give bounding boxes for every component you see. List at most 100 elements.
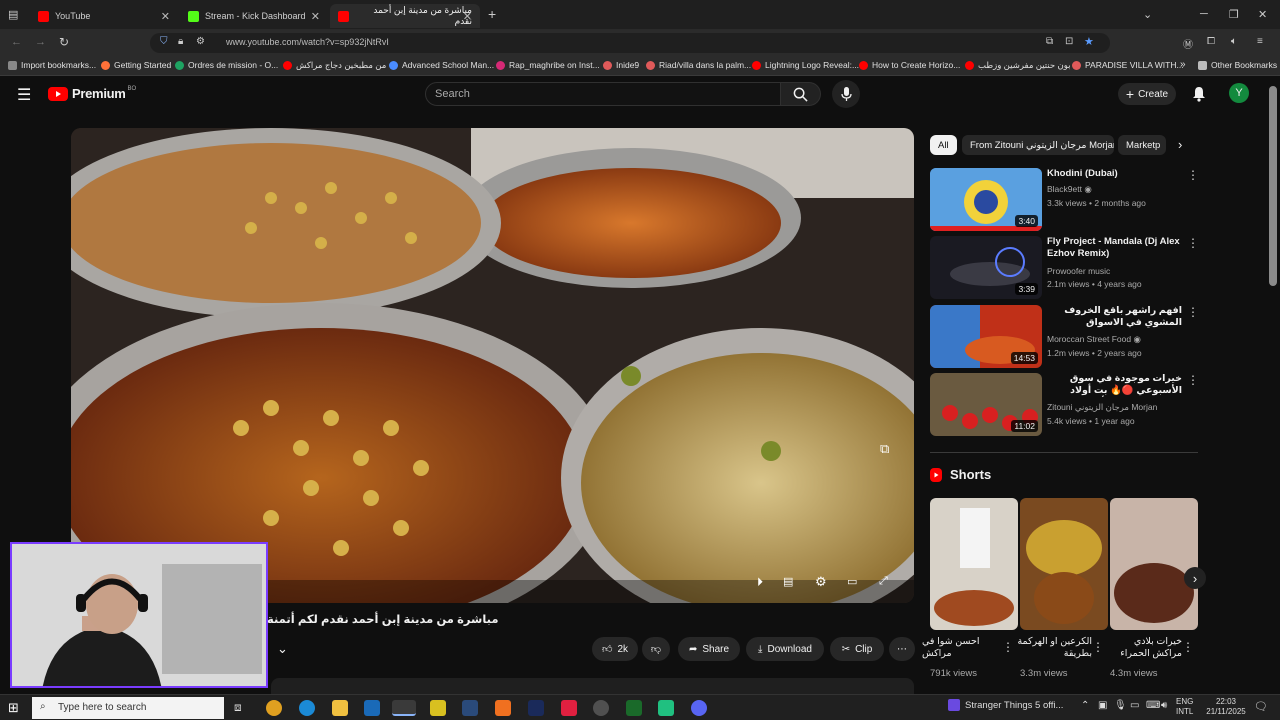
outlook-icon[interactable] — [364, 700, 380, 716]
reload-icon[interactable]: ↻ — [59, 35, 69, 49]
more-vertical-icon[interactable]: ⋮ — [1182, 640, 1194, 654]
more-actions-button[interactable]: ⋯ — [889, 637, 915, 661]
bookmark-item[interactable]: Rap_maghribe on Inst... — [496, 60, 600, 70]
short-title[interactable]: خيرات بلادي مراكش الحمراء — [1102, 636, 1182, 660]
bookmark-item[interactable]: PARADISE VILLA WITH... — [1072, 60, 1184, 70]
minimize-icon[interactable]: ─ — [1200, 8, 1208, 20]
chevron-down-icon[interactable]: ⌄ — [1143, 8, 1152, 21]
lock-icon[interactable]: 🔒︎ — [178, 36, 183, 47]
menu-icon[interactable]: ≡ — [1257, 36, 1263, 47]
dislike-button[interactable]: 👎︎ — [642, 637, 670, 661]
camera-tray-icon[interactable]: ▣ — [1098, 700, 1107, 711]
notifications-icon[interactable]: 🗨︎ — [1254, 700, 1268, 713]
forward-icon[interactable]: → — [35, 36, 46, 48]
recommendation-item[interactable]: 3:40 Khodini (Dubai) Black9ett ◉ 3.3k vi… — [930, 168, 1200, 232]
other-bookmarks[interactable]: Other Bookmarks — [1198, 60, 1277, 70]
recommendation-item[interactable]: 11:02 خيرات موجودة في سوق الأسبوعي 🔴🔥 بت… — [930, 373, 1200, 437]
video-player[interactable]: ⧉ ⏵ ▤ ⚙ ▭ ⤢ — [71, 128, 914, 603]
obs-icon[interactable] — [593, 700, 609, 716]
short-title[interactable]: احسن شوا في مراكش — [922, 636, 1002, 660]
search-input[interactable]: Search — [425, 82, 781, 106]
more-vertical-icon[interactable]: ⋮ — [1187, 236, 1199, 250]
video-thumbnail[interactable]: 11:02 — [930, 373, 1042, 436]
bookmark-item[interactable]: Lightning Logo Reveal:... — [752, 60, 859, 70]
bookmark-item[interactable]: Ordres de mission - O... — [175, 60, 278, 70]
short-thumbnail[interactable] — [1110, 498, 1198, 630]
channel-name[interactable]: Moroccan Street Food ◉ — [1047, 334, 1141, 345]
tab-list-icon[interactable]: ▤ — [8, 8, 18, 21]
more-vertical-icon[interactable]: ⋮ — [1187, 168, 1199, 182]
recommendation-item[interactable]: 3:39 Fly Project - Mandala (Dj Alex Ezho… — [930, 236, 1200, 300]
more-bookmarks-icon[interactable]: » — [1180, 59, 1186, 70]
like-button[interactable]: 👍︎ 2k — [592, 637, 638, 661]
autoplay-toggle[interactable]: ⏵ — [757, 575, 763, 590]
pip-icon[interactable]: ⧉ — [1046, 36, 1053, 47]
short-thumbnail[interactable] — [930, 498, 1018, 630]
windows-start-icon[interactable]: ⊞ — [8, 700, 19, 716]
account-icon[interactable]: Ⓜ — [1183, 36, 1193, 51]
miniplayer-icon[interactable]: ⧉ — [880, 441, 889, 457]
create-button[interactable]: + Create — [1118, 83, 1176, 105]
premiere-icon[interactable] — [528, 700, 544, 716]
settings-gear-icon[interactable]: ⚙ — [815, 574, 827, 590]
tray-chevron-up-icon[interactable]: ⌃ — [1081, 700, 1089, 711]
avatar[interactable]: Y — [1229, 83, 1249, 103]
volume-tray-icon[interactable]: 🔊︎ — [1161, 700, 1167, 711]
share-button[interactable]: ➦ Share — [678, 637, 740, 661]
bookmark-item[interactable]: من مطبخين دجاج مراكش — [283, 60, 386, 71]
task-view-icon[interactable]: ⧈ — [234, 700, 242, 715]
app-icon[interactable] — [561, 700, 577, 716]
back-icon[interactable]: ← — [11, 36, 22, 48]
hamburger-menu-icon[interactable]: ☰ — [17, 85, 31, 105]
notes-icon[interactable] — [430, 700, 446, 716]
expand-chevron-icon[interactable]: ⌄ — [277, 641, 288, 657]
restore-icon[interactable]: ❐ — [1229, 8, 1239, 21]
description-box[interactable] — [271, 678, 914, 694]
video-title[interactable]: خيرات موجودة في سوق الأسبوعي 🔴🔥 بت أولاد… — [1047, 373, 1182, 397]
discord-icon[interactable] — [691, 700, 707, 716]
video-title[interactable]: Khodini (Dubai) — [1047, 168, 1182, 180]
bookmark-star-icon[interactable]: ★ — [1084, 35, 1094, 48]
video-title[interactable]: Fly Project - Mandala (Dj Alex Ezhov Rem… — [1047, 236, 1182, 260]
youtube-premium-logo[interactable]: Premium BO — [48, 86, 136, 101]
taskbar-search-input[interactable]: ⌕ Type here to search — [32, 697, 224, 719]
bookmark-item[interactable]: Inide9 — [603, 60, 639, 70]
edge-icon[interactable] — [299, 700, 315, 716]
app-icon[interactable] — [495, 700, 511, 716]
chip-all[interactable]: All — [930, 135, 957, 155]
close-tab-icon[interactable]: ✕ — [311, 10, 320, 23]
shorts-next-button[interactable]: › — [1184, 567, 1206, 589]
channel-name[interactable]: Black9ett ◉ — [1047, 184, 1092, 195]
taskbar-media-item[interactable]: Stranger Things 5 offi... — [948, 699, 1063, 711]
microphone-tray-icon[interactable]: 🎙︎ — [1114, 700, 1127, 711]
steam-icon[interactable] — [462, 700, 478, 716]
channel-name[interactable]: Prowoofer music — [1047, 266, 1110, 276]
bookmark-item[interactable]: بون حنتين مفرشين وزطب — [965, 60, 1071, 71]
more-vertical-icon[interactable]: ⋮ — [1187, 373, 1199, 387]
bookmark-item[interactable]: Advanced School Man... — [389, 60, 494, 70]
app-icon[interactable] — [658, 700, 674, 716]
kick-app-icon[interactable] — [626, 700, 642, 716]
extensions-icon[interactable]: ⧠ — [1207, 36, 1215, 47]
shield-icon[interactable]: ⛉ — [160, 36, 168, 47]
video-thumbnail[interactable]: 3:39 — [930, 236, 1042, 299]
clip-button[interactable]: ✂ Clip — [830, 637, 884, 661]
display-tray-icon[interactable]: ▭ — [1130, 700, 1139, 711]
language-indicator[interactable]: ENG INTL — [1176, 697, 1193, 717]
bookmark-item[interactable]: Riad/villa dans la palm... — [646, 60, 751, 70]
voice-search-button[interactable] — [832, 80, 860, 108]
search-button[interactable] — [781, 82, 821, 106]
close-window-icon[interactable]: ✕ — [1258, 8, 1267, 21]
bookmark-item[interactable]: Getting Started — [101, 60, 171, 70]
clock[interactable]: 22:03 21/11/2025 — [1204, 697, 1248, 717]
download-button[interactable]: ⤓ Download — [746, 637, 824, 661]
address-bar[interactable]: ⛉ 🔒︎ ⚙ www.youtube.com/watch?v=sp932jNtR… — [150, 33, 1110, 53]
chevron-right-icon[interactable]: › — [1178, 137, 1182, 152]
fullscreen-icon[interactable]: ⤢ — [879, 575, 888, 588]
notifications-bell-icon[interactable] — [1192, 86, 1206, 102]
video-title[interactable]: افهم راشهر باقع الخروف المشوي في الاسواق… — [1047, 305, 1182, 329]
page-scrollbar-thumb[interactable] — [1269, 86, 1277, 286]
short-thumbnail[interactable] — [1020, 498, 1108, 630]
tab-kick-dashboard[interactable]: Stream - Kick Dashboard ✕ — [180, 4, 328, 28]
chip-marketplace[interactable]: Marketp — [1118, 135, 1166, 155]
